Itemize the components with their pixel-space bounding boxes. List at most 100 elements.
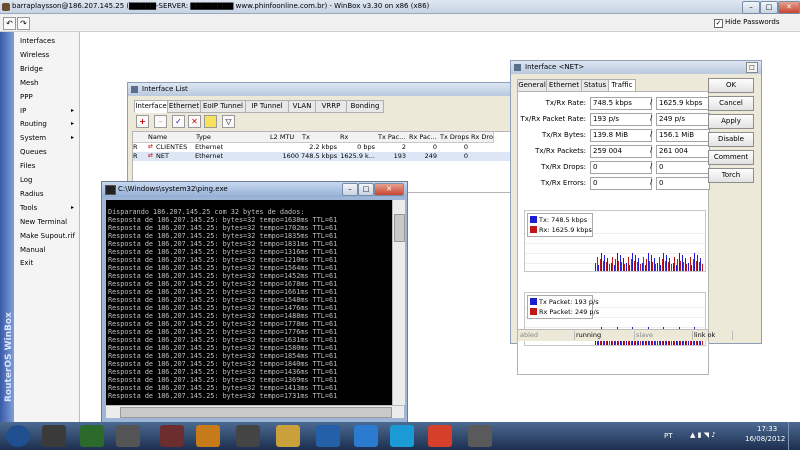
- chrome-icon[interactable]: [428, 425, 452, 447]
- sidebar-item-routing[interactable]: Routing ▸: [20, 118, 78, 130]
- cancel-button[interactable]: Cancel: [708, 96, 754, 111]
- tab-ip-tunnel[interactable]: IP Tunnel: [245, 100, 289, 113]
- column-header[interactable]: Rx Pac...: [408, 132, 441, 143]
- tx-color-swatch: [530, 216, 537, 223]
- undo-button[interactable]: ↶: [3, 17, 16, 30]
- remove-icon[interactable]: –: [154, 115, 167, 128]
- torch-button[interactable]: Torch: [708, 168, 754, 183]
- clock-date[interactable]: 16/08/2012: [745, 435, 785, 443]
- tab-bonding[interactable]: Bonding: [346, 100, 384, 113]
- file-explorer-icon[interactable]: [276, 425, 300, 447]
- sidebar-item-ip[interactable]: IP ▸: [20, 105, 78, 117]
- media-player-icon[interactable]: [196, 425, 220, 447]
- sidebar-item-mesh[interactable]: Mesh: [20, 77, 78, 89]
- console-output[interactable]: Disparando 186.207.145.25 com 32 bytes d…: [106, 200, 392, 405]
- sidebar-item-radius[interactable]: Radius: [20, 188, 78, 200]
- console-scroll-thumb[interactable]: [394, 214, 405, 242]
- rx-value-field[interactable]: 249 p/s: [656, 113, 710, 126]
- tab-vlan[interactable]: VLAN: [288, 100, 316, 113]
- user-avatar-icon[interactable]: [42, 425, 66, 447]
- sidebar-item-system[interactable]: System ▸: [20, 132, 78, 144]
- tab-ethernet[interactable]: Ethernet: [167, 100, 201, 113]
- rx-value-field[interactable]: 261 004: [656, 145, 710, 158]
- comment-icon[interactable]: [204, 115, 217, 128]
- sidebar-item-files[interactable]: Files: [20, 160, 78, 172]
- sidebar-item-bridge[interactable]: Bridge: [20, 63, 78, 75]
- minimize-button[interactable]: –: [742, 1, 760, 14]
- column-header[interactable]: Type: [195, 132, 271, 143]
- sidebar-item-wireless[interactable]: Wireless: [20, 49, 78, 61]
- tx-value-field[interactable]: 139.8 MiB: [590, 129, 652, 142]
- table-cell-type: Ethernet: [195, 152, 223, 160]
- console-title-bar[interactable]: C:\Windows\system32\ping.exe – □ ✕: [102, 182, 407, 197]
- sidebar-item-ppp[interactable]: PPP: [20, 91, 78, 103]
- sidebar-item-manual[interactable]: Manual: [20, 244, 78, 256]
- sidebar-item-queues[interactable]: Queues: [20, 146, 78, 158]
- sidebar-item-new-terminal[interactable]: New Terminal: [20, 216, 78, 228]
- column-header[interactable]: Name: [147, 132, 197, 143]
- sidebar-item-make-supout-rif[interactable]: Make Supout.rif: [20, 230, 78, 242]
- console-vertical-scrollbar[interactable]: [392, 200, 405, 405]
- interface-list-title-bar[interactable]: Interface List: [128, 83, 514, 96]
- rx-value-field[interactable]: 0: [656, 161, 710, 174]
- tab-eoip-tunnel[interactable]: EoIP Tunnel: [200, 100, 246, 113]
- maximize-button[interactable]: □: [760, 1, 778, 14]
- vmware-icon[interactable]: [468, 425, 492, 447]
- sidebar-item-exit[interactable]: Exit: [20, 257, 78, 269]
- table-row[interactable]: R NET Ethernet 1600 748.5 kbps 1625.9 k... 193…: [133, 152, 511, 161]
- column-header[interactable]: Tx Pac...: [377, 132, 410, 143]
- filter-icon[interactable]: ▽: [222, 115, 235, 128]
- sidebar-item-log[interactable]: Log: [20, 174, 78, 186]
- tab-vrrp[interactable]: VRRP: [315, 100, 347, 113]
- column-header[interactable]: L2 MTU: [269, 132, 303, 143]
- console-horizontal-scrollbar[interactable]: [106, 405, 404, 418]
- nfs-game-icon[interactable]: [80, 425, 104, 447]
- column-header[interactable]: Tx: [301, 132, 341, 143]
- sidebar-item-interfaces[interactable]: Interfaces: [20, 35, 78, 47]
- tx-value-field[interactable]: 259 004: [590, 145, 652, 158]
- rx-value-field[interactable]: 1625.9 kbps: [656, 97, 710, 110]
- add-icon[interactable]: +: [136, 115, 149, 128]
- tx-value-field[interactable]: 0: [590, 177, 652, 190]
- table-row[interactable]: R CLIENTES Ethernet 2.2 kbps 0 bps 2 0 0 ⇄: [133, 143, 511, 152]
- comment-button[interactable]: Comment: [708, 150, 754, 165]
- hide-passwords-checkbox[interactable]: ✓: [714, 19, 723, 28]
- column-header[interactable]: Rx Dro: [470, 132, 494, 143]
- console-minimize-button[interactable]: –: [342, 183, 358, 196]
- close-button[interactable]: ✕: [778, 1, 800, 14]
- tx-value-field[interactable]: 193 p/s: [590, 113, 652, 126]
- clock-time[interactable]: 17:33: [757, 425, 777, 433]
- field-label: Tx/Rx Rate:: [545, 99, 586, 107]
- disable-icon[interactable]: ✕: [188, 115, 201, 128]
- show-desktop-button[interactable]: [788, 422, 800, 450]
- disable-button[interactable]: Disable: [708, 132, 754, 147]
- network-app-icon[interactable]: [316, 425, 340, 447]
- language-indicator[interactable]: PT: [664, 432, 673, 440]
- console-hscroll-thumb[interactable]: [120, 407, 392, 418]
- tire-app-icon[interactable]: [116, 425, 140, 447]
- apply-button[interactable]: Apply: [708, 114, 754, 129]
- mw-game-icon[interactable]: [236, 425, 260, 447]
- rx-value-field[interactable]: 156.1 MiB: [656, 129, 710, 142]
- window-restore-button[interactable]: □: [746, 62, 758, 73]
- skype-icon[interactable]: [390, 425, 414, 447]
- redo-button[interactable]: ↷: [17, 17, 30, 30]
- sidebar-item-tools[interactable]: Tools ▸: [20, 202, 78, 214]
- interface-net-title-bar[interactable]: Interface <NET> □: [511, 61, 761, 74]
- rx-value-field[interactable]: 0: [656, 177, 710, 190]
- tray-icons[interactable]: ▲ ▮ ◥ ♪: [690, 431, 716, 439]
- tx-value-field[interactable]: 0: [590, 161, 652, 174]
- start-orb-icon[interactable]: [6, 425, 30, 447]
- column-header[interactable]: Tx Drops: [439, 132, 472, 143]
- internet-explorer-icon[interactable]: [354, 425, 378, 447]
- ok-button[interactable]: OK: [708, 78, 754, 93]
- column-header[interactable]: Rx: [339, 132, 379, 143]
- tx-value-field[interactable]: 748.5 kbps: [590, 97, 652, 110]
- console-close-button[interactable]: ✕: [374, 183, 404, 196]
- enable-icon[interactable]: ✓: [172, 115, 185, 128]
- tab-interface[interactable]: Interface: [134, 100, 168, 113]
- ssrd-app-icon[interactable]: [160, 425, 184, 447]
- hide-passwords-toggle[interactable]: ✓ Hide Passwords: [714, 18, 780, 28]
- console-title: C:\Windows\system32\ping.exe: [118, 185, 228, 193]
- console-maximize-button[interactable]: □: [358, 183, 374, 196]
